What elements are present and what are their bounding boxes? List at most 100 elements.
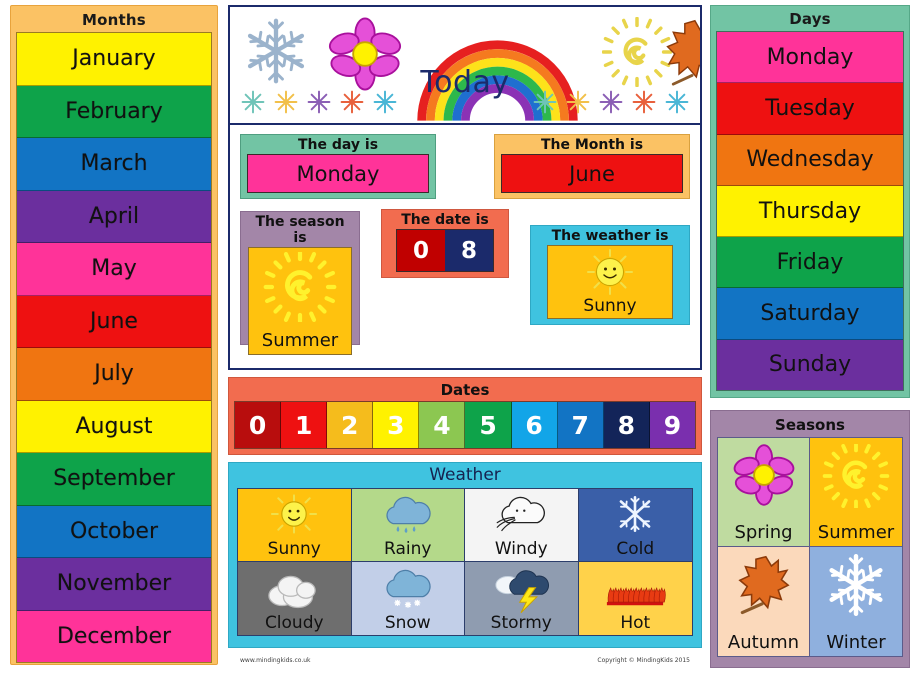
month-row[interactable]: April: [17, 190, 211, 243]
day-label: Monday: [766, 44, 854, 70]
leaf-icon: [737, 555, 790, 615]
day-row[interactable]: Saturday: [717, 288, 903, 340]
weather-label: Sunny: [267, 539, 321, 559]
season-cell[interactable]: Summer: [810, 438, 902, 547]
month-row[interactable]: December: [17, 610, 211, 662]
date-digit-cell[interactable]: 8: [603, 402, 650, 448]
sun-face-icon: [587, 249, 633, 296]
date-fact-box[interactable]: The date is 0 8: [381, 209, 509, 278]
month-label: April: [88, 203, 140, 229]
month-row[interactable]: February: [17, 85, 211, 138]
sun-spiral-icon: [263, 252, 337, 323]
weather-label: Stormy: [490, 613, 552, 633]
starburst-icon: [665, 90, 689, 114]
weather-panel: Weather Sunny Rainy Windy Cold Cloudy Snow Sto…: [228, 462, 702, 648]
weather-label: Hot: [620, 613, 651, 633]
day-fact-box[interactable]: The day is Monday: [240, 134, 436, 199]
weather-cell[interactable]: Snow: [351, 562, 465, 635]
weather-cell[interactable]: Cold: [578, 489, 692, 562]
day-fact-value-box[interactable]: Monday: [247, 154, 429, 194]
weather-cell[interactable]: Windy: [465, 489, 579, 562]
day-row[interactable]: Wednesday: [717, 134, 903, 186]
month-label: January: [72, 46, 156, 72]
month-label: July: [94, 361, 134, 387]
flames-icon: [607, 587, 666, 606]
days-list: Monday Tuesday Wednesday Thursday Friday Satu…: [716, 31, 904, 392]
month-fact-value: June: [569, 161, 615, 186]
date-digit-cell[interactable]: 2: [327, 402, 374, 448]
cloud-icon: [268, 575, 317, 609]
leaf-icon: [666, 19, 700, 86]
date-ones-digit: 8: [460, 237, 477, 264]
day-row[interactable]: Thursday: [717, 185, 903, 238]
today-banner: Today: [230, 7, 700, 125]
season-label: Summer: [817, 522, 895, 543]
weather-label: Rainy: [384, 539, 432, 559]
month-label: October: [69, 518, 159, 544]
weather-cell[interactable]: Rainy: [351, 489, 465, 562]
months-title: Months: [82, 11, 146, 29]
day-label: Saturday: [760, 301, 860, 327]
month-fact-value-box[interactable]: June: [501, 154, 683, 194]
dates-strip: 0123456789: [234, 401, 696, 449]
month-fact-label: The Month is: [540, 137, 644, 153]
seasons-panel: Seasons Spring Summer Autumn Winter: [710, 410, 910, 668]
snowflake-icon: [829, 553, 883, 617]
day-fact-label: The day is: [297, 137, 379, 153]
weather-cell[interactable]: Stormy: [465, 562, 579, 635]
starburst-icon: [373, 90, 397, 114]
month-row[interactable]: November: [17, 558, 211, 611]
date-tens-digit: 0: [412, 237, 429, 264]
today-panel: Today The day is Monday The Month is Jun…: [228, 5, 702, 370]
weather-cell[interactable]: Cloudy: [238, 562, 352, 635]
month-row[interactable]: January: [17, 33, 211, 86]
season-cell[interactable]: Autumn: [718, 547, 810, 656]
month-row[interactable]: September: [17, 453, 211, 506]
weather-fact-box[interactable]: The weather is Sunny: [530, 225, 690, 325]
season-fact-value: Summer: [261, 330, 339, 352]
season-cell[interactable]: Winter: [810, 547, 902, 656]
month-row[interactable]: June: [17, 295, 211, 348]
weather-cell[interactable]: Sunny: [238, 489, 352, 562]
date-digit-cell[interactable]: 3: [373, 402, 420, 448]
date-digit-cell[interactable]: 0: [235, 402, 282, 448]
date-digit-cell[interactable]: 6: [511, 402, 558, 448]
month-fact-box[interactable]: The Month is June: [494, 134, 690, 199]
month-row[interactable]: May: [17, 243, 211, 296]
month-row[interactable]: October: [17, 505, 211, 558]
season-label: Spring: [734, 522, 793, 543]
rain-cloud-icon: [386, 496, 431, 533]
date-digit-cell[interactable]: 4: [419, 402, 466, 448]
season-fact-box[interactable]: The season is Summer: [240, 211, 360, 356]
day-row[interactable]: Monday: [717, 32, 903, 84]
flower-icon: [328, 17, 402, 91]
starburst-icon: [533, 90, 557, 114]
footer: www.mindingkids.co.uk Copyright © Mindin…: [228, 650, 702, 670]
month-row[interactable]: August: [17, 400, 211, 453]
date-digit-cell[interactable]: 9: [649, 402, 695, 448]
date-ones-box[interactable]: 8: [445, 230, 493, 272]
wind-cloud-icon: [496, 496, 546, 532]
footer-website: www.mindingkids.co.uk: [240, 656, 311, 664]
starburst-icon: [566, 90, 590, 114]
lightning-icon: [495, 570, 550, 613]
date-tens-box[interactable]: 0: [397, 230, 445, 272]
weather-cell[interactable]: Hot: [578, 562, 692, 635]
date-digit-cell[interactable]: 1: [281, 402, 328, 448]
day-row[interactable]: Friday: [717, 237, 903, 289]
starburst-icon: [307, 90, 331, 114]
day-row[interactable]: Tuesday: [717, 83, 903, 135]
day-row[interactable]: Sunday: [717, 339, 903, 391]
weather-fact-value-box[interactable]: Sunny: [547, 245, 673, 320]
date-digit-cell[interactable]: 5: [465, 402, 512, 448]
weather-fact-value: Sunny: [583, 296, 637, 317]
weather-title: Weather: [429, 465, 501, 485]
season-fact-value-box[interactable]: Summer: [248, 247, 352, 356]
dates-panel: Dates 0123456789: [228, 377, 702, 455]
season-label: Autumn: [727, 632, 800, 653]
month-row[interactable]: March: [17, 138, 211, 191]
date-digit-cell[interactable]: 7: [557, 402, 604, 448]
month-row[interactable]: July: [17, 348, 211, 401]
starburst-row-right: [532, 89, 690, 115]
season-cell[interactable]: Spring: [718, 438, 810, 547]
